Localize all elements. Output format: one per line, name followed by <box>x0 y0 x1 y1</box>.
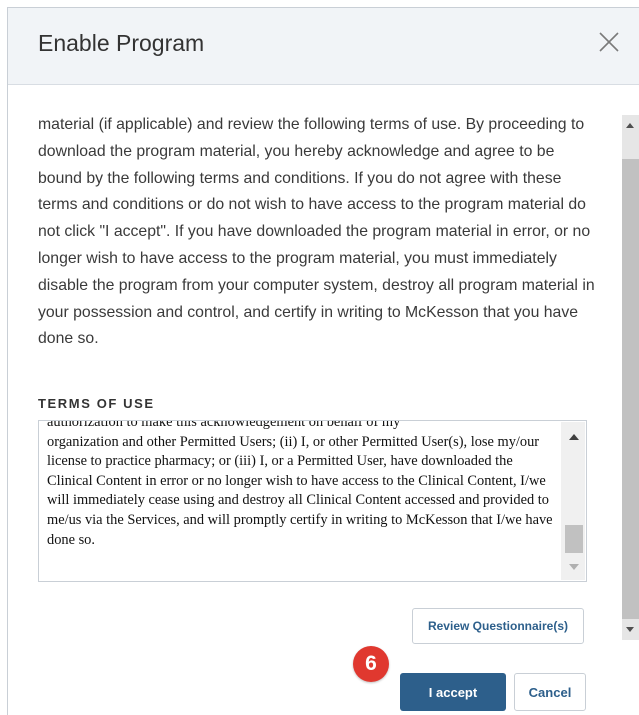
terms-scrollbar[interactable] <box>561 422 585 580</box>
terms-body: organization and other Permitted Users; … <box>47 433 553 548</box>
accept-button[interactable]: I accept <box>400 673 506 711</box>
enable-program-dialog: Enable Program material (if applicable) … <box>7 7 639 715</box>
cancel-button[interactable]: Cancel <box>514 673 586 711</box>
terms-scrollbar-thumb[interactable] <box>565 525 583 553</box>
scroll-up-arrow-icon[interactable] <box>626 123 634 128</box>
dialog-header: Enable Program <box>8 8 639 85</box>
terms-of-use-textbox[interactable]: authorization to make this acknowledgeme… <box>38 420 587 582</box>
terms-partial-line: authorization to make this acknowledgeme… <box>47 420 401 430</box>
review-questionnaire-button[interactable]: Review Questionnaire(s) <box>412 608 584 644</box>
scrollbar-thumb[interactable] <box>622 159 639 619</box>
close-icon[interactable] <box>597 30 621 54</box>
dialog-scrollbar[interactable] <box>622 115 639 640</box>
terms-scroll-up-icon[interactable] <box>569 434 579 440</box>
dialog-body: material (if applicable) and review the … <box>8 85 639 715</box>
intro-text: material (if applicable) and review the … <box>38 116 595 348</box>
step-number-badge: 6 <box>353 646 389 682</box>
terms-text: authorization to make this acknowledgeme… <box>47 420 559 550</box>
scroll-down-arrow-icon[interactable] <box>626 627 634 632</box>
dialog-title: Enable Program <box>38 30 205 56</box>
terms-scroll-down-icon[interactable] <box>569 564 579 570</box>
terms-heading: TERMS OF USE <box>38 396 155 411</box>
